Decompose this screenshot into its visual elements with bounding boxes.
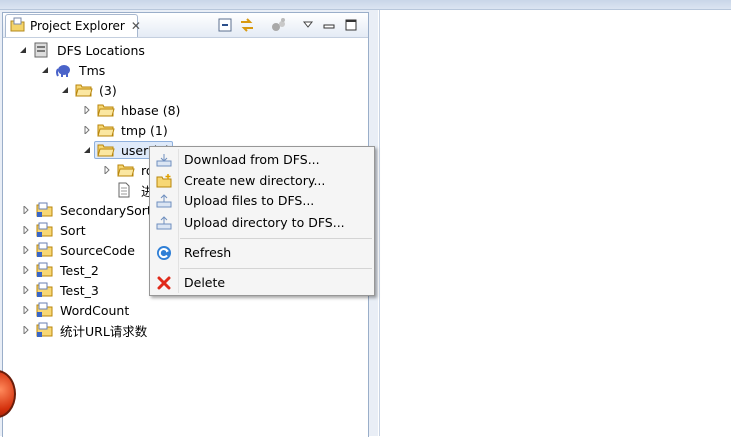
tree-item-tms[interactable]: Tms (40, 60, 105, 80)
collapsed-arrow-icon[interactable] (21, 305, 31, 315)
menu-item-refresh[interactable]: Refresh (152, 242, 372, 263)
project-icon (36, 302, 54, 318)
tree-item-label: Test_3 (60, 282, 99, 298)
project-icon (36, 222, 54, 238)
menu-separator (180, 268, 372, 269)
tree-item-secondarysort[interactable]: SecondarySort (21, 200, 152, 220)
delete-icon (152, 274, 176, 292)
tab-project-explorer[interactable]: Project Explorer ✕ (5, 14, 141, 37)
collapsed-arrow-icon[interactable] (21, 285, 31, 295)
tree-item-tmp[interactable]: tmp (1) (82, 120, 168, 140)
project-icon (36, 262, 54, 278)
menu-item-label: Upload files to DFS... (184, 193, 315, 208)
menu-item-label: Download from DFS... (184, 152, 320, 167)
menu-item-create-new-directory[interactable]: Create new directory... (152, 170, 372, 191)
menu-item-label: Refresh (184, 245, 232, 260)
collapsed-arrow-icon[interactable] (102, 165, 112, 175)
collapsed-arrow-icon[interactable] (21, 225, 31, 235)
tree-item-label: SourceCode (60, 242, 135, 258)
tree-item-label: tmp (1) (121, 122, 168, 138)
tree-item-test-3[interactable]: Test_3 (21, 280, 99, 300)
upload-icon (152, 192, 176, 210)
tree-item-hbase[interactable]: hbase (8) (82, 100, 180, 120)
dfs-locations-icon (33, 42, 51, 58)
expanded-arrow-icon[interactable] (82, 145, 92, 155)
tree-item-label: (3) (99, 82, 117, 98)
menu-item-upload-files-to-dfs[interactable]: Upload files to DFS... (152, 190, 372, 211)
refresh-icon (152, 244, 176, 262)
tree-item-label: Sort (60, 222, 86, 238)
expanded-arrow-icon[interactable] (40, 65, 50, 75)
tree-item-label: DFS Locations (57, 42, 145, 58)
collapsed-arrow-icon[interactable] (21, 245, 31, 255)
collapse-all-icon[interactable] (217, 17, 233, 33)
project-icon (36, 202, 54, 218)
menu-item-upload-directory-to-dfs[interactable]: Upload directory to DFS... (152, 212, 372, 233)
collapsed-arrow-icon[interactable] (82, 105, 92, 115)
folder-icon (117, 162, 135, 178)
tree-item-url-stats[interactable]: 统计URL请求数 (21, 320, 147, 340)
window-top-strip (0, 0, 731, 10)
upload-icon (152, 214, 176, 232)
folder-icon (97, 102, 115, 118)
tree-item-label: Tms (79, 62, 106, 78)
minimize-icon[interactable] (321, 17, 337, 33)
tree-item-wordcount[interactable]: WordCount (21, 300, 129, 320)
download-icon (152, 151, 176, 169)
tab-label: Project Explorer (30, 19, 125, 33)
menu-separator (180, 238, 372, 239)
close-icon[interactable]: ✕ (131, 20, 141, 32)
tree-item-label: SecondarySort (60, 202, 152, 218)
view-header: Project Explorer ✕ (3, 13, 368, 38)
expanded-arrow-icon[interactable] (60, 85, 70, 95)
project-icon (36, 282, 54, 298)
project-icon (36, 242, 54, 258)
project-explorer-icon (10, 17, 26, 36)
tree-item-label: WordCount (60, 302, 130, 318)
collapsed-arrow-icon[interactable] (82, 125, 92, 135)
context-menu: Download from DFS... Create new director… (149, 146, 375, 296)
tree-item-ro[interactable]: ro (102, 160, 154, 180)
new-folder-icon (152, 172, 176, 190)
project-icon (36, 322, 54, 338)
tree-item-sort[interactable]: Sort (21, 220, 86, 240)
maximize-icon[interactable] (343, 17, 359, 33)
collapsed-arrow-icon[interactable] (21, 265, 31, 275)
collapsed-arrow-icon[interactable] (21, 205, 31, 215)
menu-item-download-from-dfs[interactable]: Download from DFS... (152, 149, 372, 170)
folder-icon (97, 122, 115, 138)
folder-icon (75, 82, 93, 98)
elephant-icon (55, 62, 73, 78)
menu-item-label: Upload directory to DFS... (184, 215, 345, 230)
menu-item-label: Create new directory... (184, 173, 326, 188)
tree-item-label: 统计URL请求数 (60, 323, 148, 339)
tree-item-root-folder[interactable]: (3) (60, 80, 117, 100)
view-menu-icon[interactable] (300, 17, 316, 33)
expanded-arrow-icon[interactable] (18, 45, 28, 55)
folder-icon (97, 142, 115, 158)
filter-icon[interactable] (271, 17, 287, 33)
menu-item-delete[interactable]: Delete (152, 272, 372, 293)
menu-item-label: Delete (184, 275, 226, 290)
tree-item-dfs-locations[interactable]: DFS Locations (18, 40, 145, 60)
file-icon (117, 182, 135, 198)
link-with-editor-icon[interactable] (239, 17, 255, 33)
tree-item-test-2[interactable]: Test_2 (21, 260, 99, 280)
tree-item-label: Test_2 (60, 262, 99, 278)
tree-item-label: hbase (8) (121, 102, 181, 118)
editor-area (379, 10, 731, 436)
collapsed-arrow-icon[interactable] (21, 325, 31, 335)
tree-item-sourcecode[interactable]: SourceCode (21, 240, 135, 260)
